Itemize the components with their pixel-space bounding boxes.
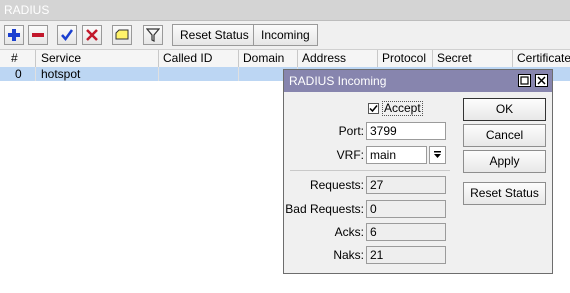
requests-label: Requests: xyxy=(309,178,364,192)
maximize-button[interactable] xyxy=(518,74,531,87)
column-header-protocol[interactable]: Protocol xyxy=(378,50,433,67)
filter-button[interactable] xyxy=(143,25,163,45)
filter-icon xyxy=(146,28,160,42)
vrf-dropdown-button[interactable] xyxy=(429,146,446,164)
separator xyxy=(290,170,450,171)
minus-icon xyxy=(32,33,44,37)
toolbar: Reset Status Incoming xyxy=(0,21,570,50)
reset-status-button[interactable]: Reset Status xyxy=(463,182,546,205)
dropdown-arrow-icon xyxy=(434,151,441,158)
bad-requests-label: Bad Requests: xyxy=(285,202,364,216)
x-icon xyxy=(86,29,98,41)
acks-value: 6 xyxy=(366,223,446,241)
plus-icon xyxy=(8,29,20,41)
naks-label: Naks: xyxy=(333,248,364,262)
cancel-button[interactable]: Cancel xyxy=(463,124,546,147)
maximize-icon xyxy=(520,76,529,85)
comment-icon xyxy=(115,29,129,40)
port-label: Port: xyxy=(338,124,364,138)
radius-incoming-dialog: RADIUS Incoming Accept Port: 3799 VRF: m… xyxy=(283,69,553,274)
accept-label[interactable]: Accept xyxy=(382,101,423,116)
enable-button[interactable] xyxy=(57,25,77,45)
checkmark-icon xyxy=(61,29,74,42)
dialog-title-bar: RADIUS Incoming xyxy=(284,70,552,92)
column-header-domain[interactable]: Domain xyxy=(239,50,298,67)
column-header-called-id[interactable]: Called ID xyxy=(159,50,239,67)
vrf-label: VRF: xyxy=(336,148,364,162)
checkmark-icon xyxy=(369,105,378,113)
row-number: 0 xyxy=(0,67,36,81)
column-header-certificate[interactable]: Certificate xyxy=(513,50,570,67)
window-title-bar: RADIUS xyxy=(0,0,570,21)
add-button[interactable] xyxy=(4,25,24,45)
column-header-address[interactable]: Address xyxy=(298,50,378,67)
column-header-service[interactable]: Service xyxy=(37,50,159,67)
apply-button[interactable]: Apply xyxy=(463,150,546,173)
reset-status-button[interactable]: Reset Status xyxy=(172,24,257,46)
requests-value: 27 xyxy=(366,176,446,194)
column-header-secret[interactable]: Secret xyxy=(433,50,513,67)
accept-checkbox[interactable] xyxy=(368,103,379,114)
table-header: # Service Called ID Domain Address Proto… xyxy=(0,50,570,68)
comment-button[interactable] xyxy=(112,25,132,45)
port-field[interactable]: 3799 xyxy=(366,122,446,140)
dialog-title: RADIUS Incoming xyxy=(289,74,387,88)
vrf-select[interactable]: main xyxy=(366,146,427,164)
row-service: hotspot xyxy=(37,67,159,81)
bad-requests-value: 0 xyxy=(366,200,446,218)
row-called-id xyxy=(159,67,239,81)
incoming-button[interactable]: Incoming xyxy=(253,24,318,46)
ok-button[interactable]: OK xyxy=(463,98,546,121)
column-header-number[interactable]: # xyxy=(0,50,36,67)
close-button[interactable] xyxy=(535,74,548,87)
naks-value: 21 xyxy=(366,246,446,264)
acks-label: Acks: xyxy=(334,225,364,239)
disable-button[interactable] xyxy=(82,25,102,45)
remove-button[interactable] xyxy=(28,25,48,45)
window-title: RADIUS xyxy=(4,3,50,17)
close-icon xyxy=(537,76,546,85)
